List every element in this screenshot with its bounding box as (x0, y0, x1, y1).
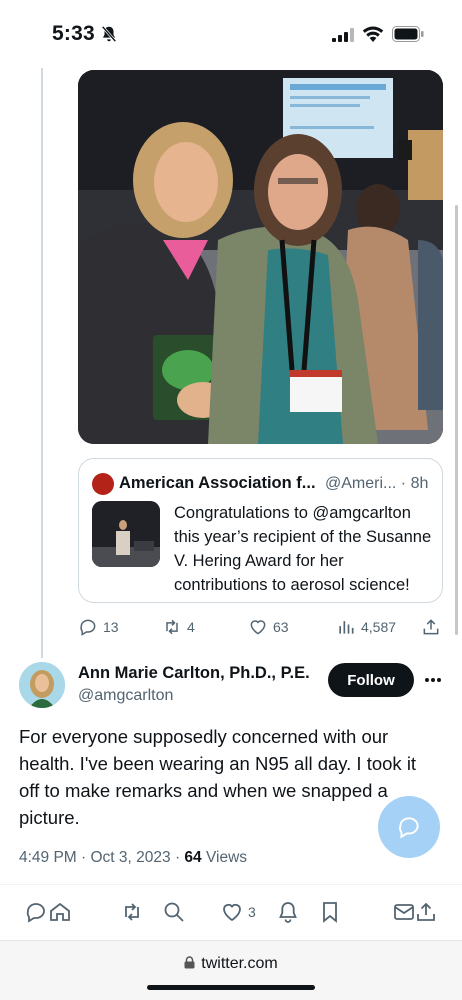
toolbar-reply-button[interactable] (24, 898, 48, 926)
toolbar-bookmark-button[interactable] (318, 898, 342, 926)
toolbar-home-button[interactable] (48, 898, 72, 926)
toolbar-divider (0, 884, 462, 885)
toolbar-search-button[interactable] (162, 898, 186, 926)
scrollbar[interactable] (455, 205, 458, 635)
share-icon (417, 902, 435, 921)
author-handle[interactable]: @amgcarlton (78, 687, 173, 705)
toolbar-retweet-button[interactable] (120, 898, 144, 926)
tweet-views-count: 64 (184, 849, 202, 866)
tweet-action-bar: 13 4 63 4,587 (78, 615, 448, 641)
status-time: 5:33 (52, 22, 95, 45)
author-avatar[interactable] (19, 662, 65, 708)
status-bar: 5:33 (0, 0, 462, 68)
toolbar-like-button[interactable]: 3 (220, 898, 256, 926)
quoted-tweet-text: Congratulations to @amgcarlton this year… (174, 504, 432, 594)
url-display[interactable]: twitter.com (0, 955, 462, 973)
compose-reply-button[interactable] (378, 796, 440, 858)
toolbar-messages-button[interactable] (392, 898, 416, 926)
toolbar-share-button[interactable] (414, 898, 438, 926)
search-icon (164, 902, 184, 922)
toolbar-like-count: 3 (248, 904, 256, 920)
quoted-author-avatar[interactable] (92, 473, 114, 495)
reply-button[interactable]: 13 (78, 615, 119, 639)
reply-icon (80, 619, 96, 636)
analytics-icon (339, 621, 354, 634)
chat-bubble-icon (399, 817, 419, 839)
bookmark-icon (323, 902, 337, 923)
share-icon (423, 619, 439, 635)
views-button[interactable]: 4,587 (336, 615, 396, 639)
quoted-author-handle[interactable]: @Ameri... · 8h (325, 475, 428, 493)
tweet-views-label: Views (201, 849, 248, 866)
reply-count: 13 (103, 619, 119, 635)
quoted-tweet-card[interactable]: American Association f... @Ameri... · 8h… (78, 458, 443, 603)
retweet-count: 4 (187, 619, 195, 635)
battery-icon (392, 26, 424, 42)
lock-icon (184, 956, 195, 969)
share-button[interactable] (421, 615, 441, 639)
thread-connector-line (41, 68, 43, 658)
home-icon (50, 902, 70, 921)
avatar-illustration (19, 662, 65, 708)
envelope-icon (394, 904, 414, 920)
retweet-icon (125, 903, 139, 921)
more-options-icon[interactable] (424, 676, 442, 684)
url-text: twitter.com (201, 955, 278, 972)
thumbnail-illustration (92, 501, 160, 567)
bell-off-icon (101, 25, 117, 43)
heart-icon (223, 903, 241, 922)
photo-illustration (78, 70, 443, 444)
tweet-timestamp[interactable]: 4:49 PM · Oct 3, 2023 · (19, 849, 184, 866)
view-count: 4,587 (361, 619, 397, 635)
cellular-signal-icon (332, 28, 354, 42)
home-indicator[interactable] (147, 985, 315, 990)
heart-icon (250, 620, 266, 635)
like-count: 63 (273, 619, 289, 635)
quoted-author-name[interactable]: American Association f... (119, 474, 316, 493)
browser-url-bar[interactable]: twitter.com (0, 940, 462, 1000)
author-name[interactable]: Ann Marie Carlton, Ph.D., P.E. (78, 664, 310, 683)
tweet-text: For everyone supposedly concerned with o… (19, 726, 417, 828)
retweet-button[interactable]: 4 (162, 615, 195, 639)
retweet-icon (166, 619, 178, 635)
follow-button[interactable]: Follow (328, 663, 414, 697)
like-button[interactable]: 63 (248, 615, 289, 639)
quoted-tweet-thumbnail[interactable] (92, 501, 160, 567)
bell-icon (279, 902, 297, 923)
tweet-metadata: 4:49 PM · Oct 3, 2023 · 64 Views (19, 849, 247, 867)
bottom-toolbar: 3 (0, 890, 462, 940)
wifi-icon (362, 26, 384, 42)
toolbar-notifications-button[interactable] (276, 898, 300, 926)
reply-icon (26, 903, 45, 923)
tweet-photo[interactable] (78, 70, 443, 444)
